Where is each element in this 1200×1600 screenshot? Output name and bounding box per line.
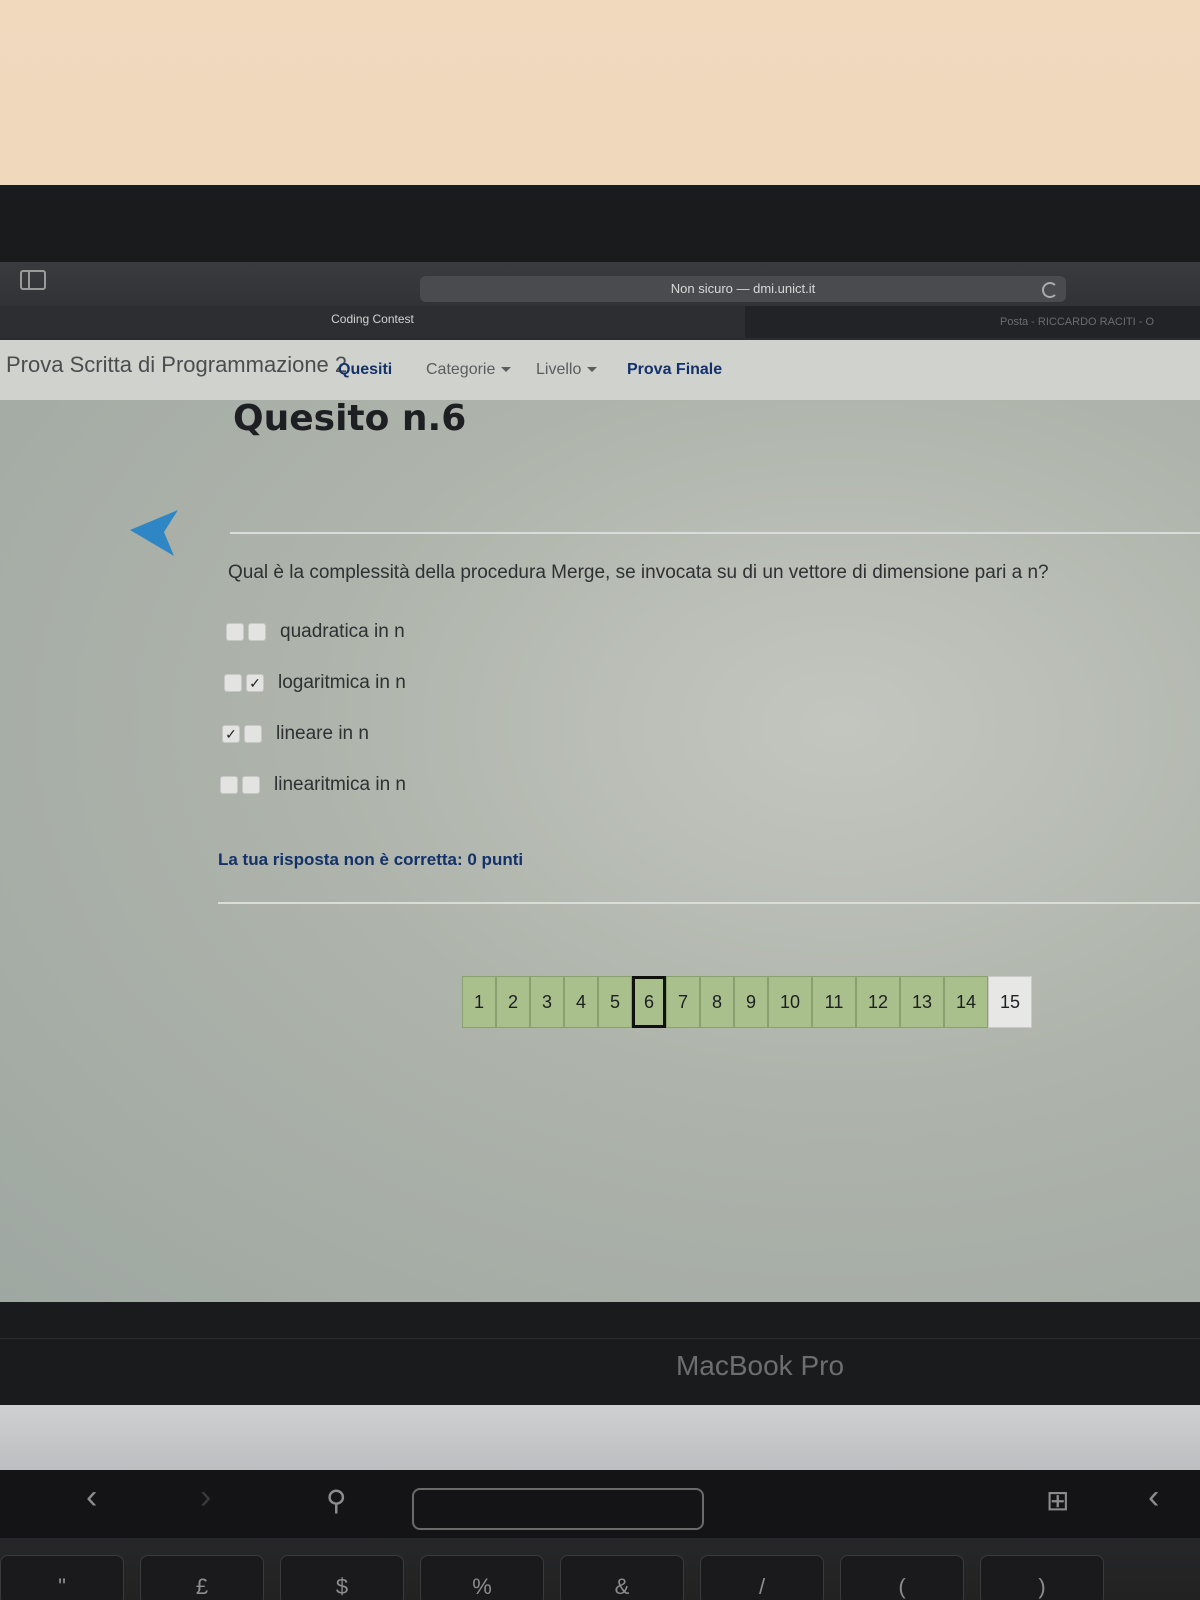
answer-checkbox[interactable]: ✓ <box>246 674 264 692</box>
back-arrow-icon[interactable] <box>128 508 180 558</box>
answer-feedback: La tua risposta non è corretta: 0 punti <box>218 850 524 869</box>
option-quadratica[interactable]: quadratica in n <box>226 620 405 644</box>
device-label: MacBook Pro <box>675 1350 845 1381</box>
page-button[interactable]: 8 <box>700 976 734 1028</box>
answer-checkbox[interactable] <box>248 623 266 641</box>
page-title: Quesito n.6 <box>233 398 467 439</box>
sidebar-toggle-icon[interactable] <box>20 270 46 290</box>
question-pagination: 1 2 3 4 5 6 7 8 9 10 11 12 13 14 15 <box>462 976 1032 1028</box>
page-button[interactable]: 4 <box>564 976 598 1028</box>
page-button[interactable]: 1 <box>462 976 496 1028</box>
page-viewport: Prova Scritta di Programmazione 2 Quesit… <box>0 340 1200 1302</box>
keyboard-key[interactable]: & <box>560 1555 684 1600</box>
page-button[interactable]: 3 <box>530 976 564 1028</box>
option-lineare[interactable]: ✓ lineare in n <box>222 722 369 746</box>
keyboard-key[interactable]: ) <box>980 1555 1104 1600</box>
divider <box>218 902 1200 904</box>
keyboard-key[interactable]: £ <box>140 1555 264 1600</box>
page-button[interactable]: 15 <box>988 976 1032 1028</box>
nav-prova-finale[interactable]: Prova Finale <box>627 361 722 379</box>
keyboard-key[interactable]: % <box>420 1555 544 1600</box>
page-button[interactable]: 14 <box>944 976 988 1028</box>
keyboard-row: " £ $% & / () <box>0 1555 1200 1600</box>
option-label: linearitmica in n <box>274 774 406 795</box>
option-logaritmica[interactable]: ✓ logaritmica in n <box>224 671 406 695</box>
answer-checkbox[interactable] <box>224 674 242 692</box>
tab-coding-contest[interactable]: Coding Contest <box>0 306 745 338</box>
tab-posta[interactable]: Posta - RICCARDO RACITI - O <box>1000 316 1200 336</box>
page-button[interactable]: 5 <box>598 976 632 1028</box>
nav-livello-dropdown[interactable]: Livello <box>536 361 598 379</box>
caret-down-icon <box>587 367 598 373</box>
answer-checkbox[interactable] <box>220 776 238 794</box>
page-button[interactable]: 12 <box>856 976 900 1028</box>
answer-checkbox[interactable] <box>226 623 244 641</box>
page-button[interactable]: 2 <box>496 976 530 1028</box>
site-navbar: Prova Scritta di Programmazione 2 Quesit… <box>0 340 1200 400</box>
option-linearitmica[interactable]: linearitmica in n <box>220 773 406 797</box>
touchbar-back-icon[interactable]: ‹ <box>86 1478 97 1517</box>
page-button[interactable]: 13 <box>900 976 944 1028</box>
nav-categorie-dropdown[interactable]: Categorie <box>426 361 512 379</box>
page-button[interactable]: 10 <box>768 976 812 1028</box>
answer-checkbox[interactable] <box>242 776 260 794</box>
question-text: Qual è la complessità della procedura Me… <box>228 562 1049 583</box>
nav-livello-label: Livello <box>536 361 582 378</box>
answer-checkbox[interactable] <box>244 725 262 743</box>
bezel-edge <box>0 1338 1200 1339</box>
touchbar-forward-icon[interactable]: › <box>200 1478 211 1517</box>
keyboard-key[interactable]: $ <box>280 1555 404 1600</box>
touchbar-search-icon[interactable]: ⚲ <box>326 1484 347 1517</box>
keyboard-key[interactable]: / <box>700 1555 824 1600</box>
site-brand[interactable]: Prova Scritta di Programmazione 2 <box>6 352 347 378</box>
option-label: quadratica in n <box>280 621 405 642</box>
divider <box>230 532 1200 534</box>
nav-quesiti[interactable]: Quesiti <box>338 361 392 379</box>
option-label: logaritmica in n <box>278 672 406 693</box>
nav-categorie-label: Categorie <box>426 361 496 378</box>
page-button[interactable]: 9 <box>734 976 768 1028</box>
touchbar-collapse-icon[interactable]: ‹ <box>1148 1478 1159 1517</box>
page-button[interactable]: 11 <box>812 976 856 1028</box>
touchbar-address-slot[interactable] <box>412 1488 704 1530</box>
page-button[interactable]: 6 <box>632 976 666 1028</box>
answer-checkbox[interactable]: ✓ <box>222 725 240 743</box>
reload-icon[interactable] <box>1042 282 1058 298</box>
page-button[interactable]: 7 <box>666 976 700 1028</box>
caret-down-icon <box>501 367 512 373</box>
keyboard-key[interactable]: ( <box>840 1555 964 1600</box>
address-bar[interactable]: Non sicuro — dmi.unict.it <box>420 276 1066 302</box>
option-label: lineare in n <box>276 723 369 744</box>
touchbar-new-tab-icon[interactable]: ⊞ <box>1046 1484 1069 1517</box>
keyboard-key[interactable]: " <box>0 1555 124 1600</box>
